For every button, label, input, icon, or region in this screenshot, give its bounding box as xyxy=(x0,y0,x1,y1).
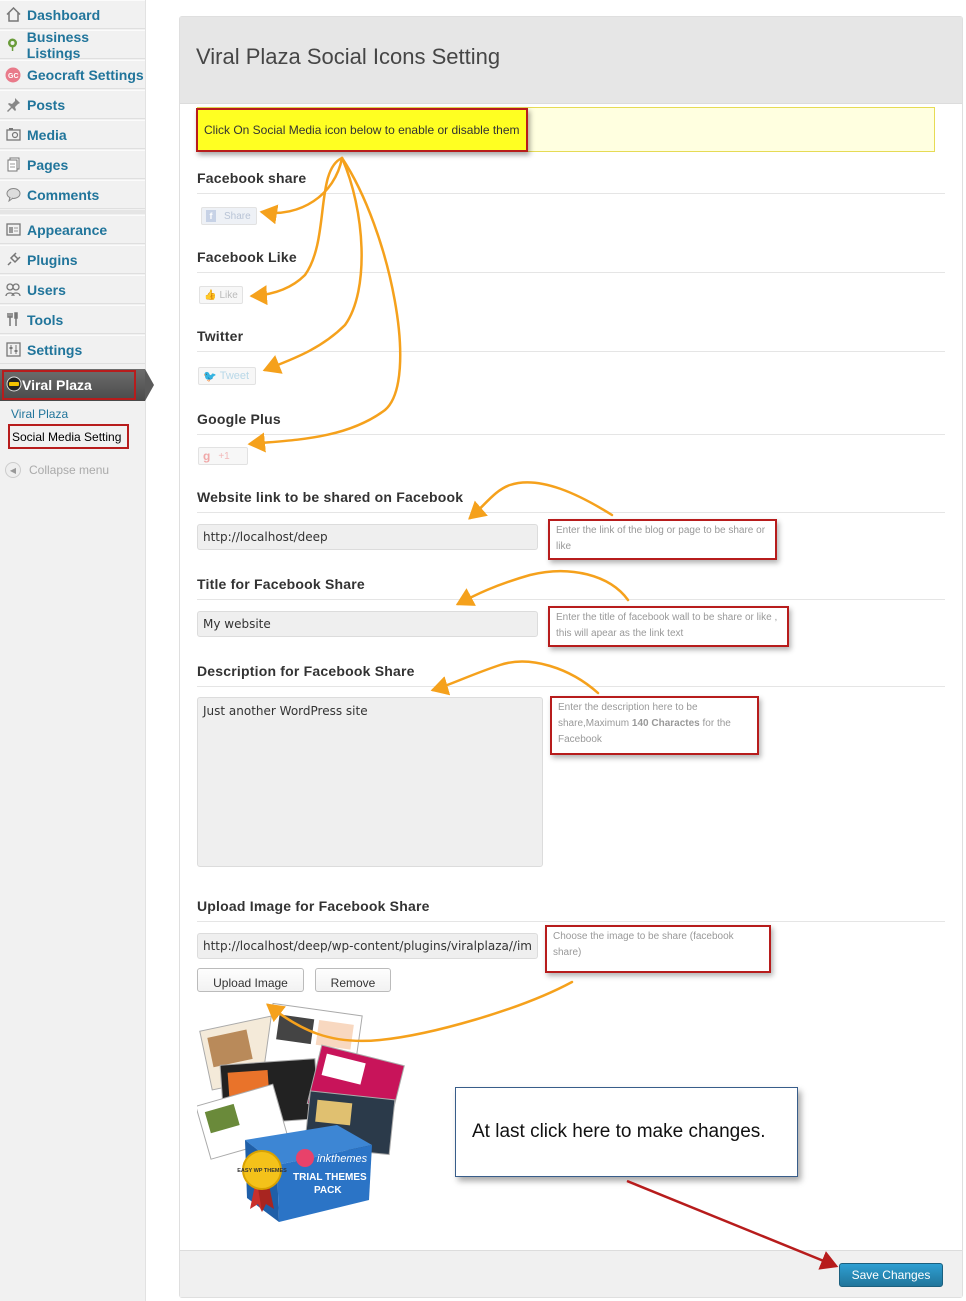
google-plus-label: +1 xyxy=(218,450,230,462)
divider xyxy=(197,599,945,600)
page-title: Viral Plaza Social Icons Setting xyxy=(196,44,501,69)
brand-logo-icon xyxy=(296,1149,314,1167)
dashboard-icon xyxy=(5,7,21,23)
sidebar-item-label: Business Listings xyxy=(26,28,90,61)
sidebar-item-tools[interactable]: Tools xyxy=(0,305,145,334)
instruction-callout: At last click here to make changes. xyxy=(455,1087,798,1177)
sidebar-item-appearance[interactable]: Appearance xyxy=(0,215,145,244)
media-icon xyxy=(5,127,21,143)
facebook-description-hint: Enter the description here to be share,M… xyxy=(550,696,759,755)
image-hint: Choose the image to be share (facebook s… xyxy=(545,925,771,973)
facebook-share-label: Share xyxy=(224,210,251,222)
upload-image-heading: Upload Image for Facebook Share xyxy=(197,898,430,914)
plugin-icon xyxy=(5,252,21,268)
google-plus-heading: Google Plus xyxy=(197,411,281,427)
tools-icon xyxy=(5,312,21,328)
divider xyxy=(197,351,945,352)
sidebar-item-label: Geocraft Settings xyxy=(27,66,144,83)
facebook-like-label: Like xyxy=(219,289,238,301)
uploaded-image-preview: inkthemes TRIAL THEMES PACK EASY WP THEM… xyxy=(197,1002,405,1222)
website-link-hint: Enter the link of the blog or page to be… xyxy=(548,519,777,560)
save-changes-button[interactable]: Save Changes xyxy=(839,1263,943,1287)
divider xyxy=(197,921,945,922)
website-link-heading: Website link to be shared on Facebook xyxy=(197,489,464,505)
facebook-title-hint: Enter the title of facebook wall to be s… xyxy=(548,606,789,647)
svg-text:GC: GC xyxy=(8,73,19,80)
sidebar-item-label: Settings xyxy=(27,341,83,358)
sidebar-item-posts[interactable]: Posts xyxy=(0,90,145,119)
divider xyxy=(197,686,945,687)
facebook-description-heading: Description for Facebook Share xyxy=(197,663,415,679)
divider xyxy=(197,193,945,194)
geocraft-icon: GC xyxy=(5,67,21,83)
facebook-title-input[interactable] xyxy=(197,611,538,637)
twitter-tweet-label: Tweet xyxy=(219,370,250,382)
appearance-icon xyxy=(5,222,21,238)
comment-bubble-icon xyxy=(5,187,21,203)
map-pin-icon xyxy=(5,37,21,53)
upload-image-button[interactable]: Upload Image xyxy=(197,968,304,992)
google-g-icon: g xyxy=(203,449,211,463)
sidebar-item-label: Tools xyxy=(27,311,64,328)
divider xyxy=(197,434,945,435)
promo-brand: inkthemes xyxy=(317,1153,368,1165)
sidebar-item-settings[interactable]: Settings xyxy=(0,335,145,364)
facebook-f-icon: f xyxy=(206,210,216,222)
sidebar-item-label: Media xyxy=(27,126,67,143)
promo-box-line2: PACK xyxy=(314,1185,342,1196)
sidebar-item-plugins[interactable]: Plugins xyxy=(0,245,145,274)
active-item-arrow xyxy=(145,369,154,401)
seal-text: EASY WP THEMES xyxy=(237,1168,287,1174)
collapse-arrow-icon: ◀ xyxy=(5,462,21,478)
twitter-heading: Twitter xyxy=(197,328,244,344)
sidebar-item-pages[interactable]: Pages xyxy=(0,150,145,179)
sidebar-item-label: Appearance xyxy=(27,221,108,238)
sidebar-item-geocraft-settings[interactable]: GC Geocraft Settings xyxy=(0,60,145,89)
users-icon xyxy=(5,282,21,298)
sidebar-item-users[interactable]: Users xyxy=(0,275,145,304)
sidebar-item-label: Dashboard xyxy=(27,6,101,23)
facebook-like-toggle[interactable]: 👍 Like xyxy=(199,286,243,304)
sidebar-item-business-listings[interactable]: Business Listings xyxy=(0,28,145,61)
collapse-menu[interactable]: ◀ Collapse menu xyxy=(5,462,109,478)
website-link-input[interactable] xyxy=(197,524,538,550)
submenu-viral-plaza[interactable]: Viral Plaza xyxy=(11,407,68,421)
divider xyxy=(197,512,945,513)
remove-image-button[interactable]: Remove xyxy=(315,968,391,992)
hint-bold-text: 140 Charactes xyxy=(631,718,700,729)
twitter-tweet-toggle[interactable]: 🐦 Tweet xyxy=(198,367,256,385)
sidebar-item-label: Users xyxy=(27,281,66,298)
facebook-like-heading: Facebook Like xyxy=(197,249,297,265)
collapse-label: Collapse menu xyxy=(29,463,110,477)
facebook-title-heading: Title for Facebook Share xyxy=(197,576,365,592)
annotation-box xyxy=(8,424,129,449)
sidebar-item-label: Comments xyxy=(27,186,100,203)
thumbs-up-icon: 👍 xyxy=(204,289,217,301)
sidebar-item-comments[interactable]: Comments xyxy=(0,180,145,209)
sidebar-item-label: Posts xyxy=(27,96,66,113)
pushpin-icon xyxy=(5,97,21,113)
facebook-share-heading: Facebook share xyxy=(197,170,307,186)
panel-header: Viral Plaza Social Icons Setting xyxy=(180,17,962,104)
facebook-share-toggle[interactable]: f Share xyxy=(201,207,257,225)
image-url-input[interactable] xyxy=(197,933,538,959)
admin-sidebar: Dashboard Business Listings GC Geocraft … xyxy=(0,0,146,1301)
pages-icon xyxy=(5,157,21,173)
sidebar-item-label: Pages xyxy=(27,156,69,173)
sidebar-item-dashboard[interactable]: Dashboard xyxy=(0,0,145,29)
promo-box-line1: TRIAL THEMES xyxy=(293,1172,367,1183)
sidebar-item-label: Plugins xyxy=(27,251,78,268)
sidebar-item-media[interactable]: Media xyxy=(0,120,145,149)
settings-icon xyxy=(5,342,21,358)
google-plus-toggle[interactable]: g +1 xyxy=(198,447,248,465)
divider xyxy=(197,272,945,273)
annotation-box xyxy=(2,370,136,400)
facebook-description-textarea[interactable]: Just another WordPress site xyxy=(197,697,543,867)
notice-text: Click On Social Media icon below to enab… xyxy=(196,108,528,152)
menu-separator xyxy=(0,210,145,214)
twitter-bird-icon: 🐦 xyxy=(203,370,217,383)
